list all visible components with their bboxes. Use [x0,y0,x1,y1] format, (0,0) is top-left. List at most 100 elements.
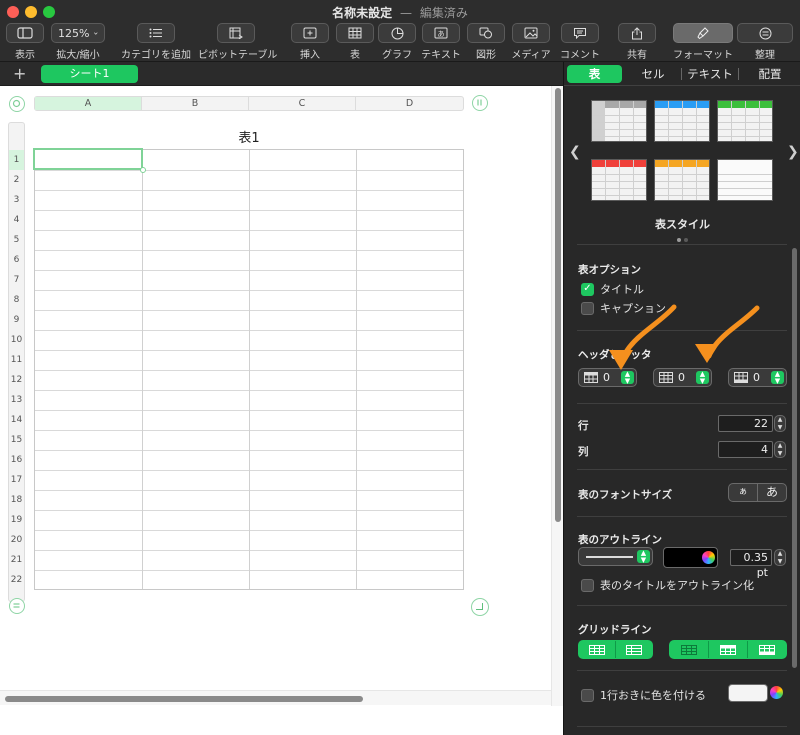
horizontal-scroll-thumb[interactable] [5,696,363,702]
outline-width-stepper[interactable]: ▲ ▼ [774,549,786,566]
header-rows-stepper[interactable]: ▲ ▼ [621,371,634,384]
tab-cell[interactable]: セル [626,65,680,83]
alternating-row-color-well[interactable] [728,684,768,702]
row-header-14[interactable]: 14 [9,410,24,430]
header-row-gridlines-button[interactable] [709,641,748,658]
outline-title-checkbox[interactable] [581,578,594,592]
organize-button[interactable]: 整理 [737,23,793,61]
row-header-3[interactable]: 3 [9,190,24,210]
pivot-table-button[interactable]: ピボットテーブル [198,23,277,61]
row-header-4[interactable]: 4 [9,210,24,230]
row-header-20[interactable]: 20 [9,530,24,550]
header-columns-stepper[interactable]: ▲ ▼ [696,371,709,384]
outline-style-popup[interactable]: ▲ ▼ [578,547,653,566]
footer-row-gridlines-button[interactable] [748,641,786,658]
row-header-9[interactable]: 9 [9,310,24,330]
caption-checkbox[interactable] [581,301,594,315]
view-button[interactable]: 表示 [6,23,44,61]
chevron-right-icon[interactable]: ❯ [787,144,799,160]
title-option[interactable]: ✓ タイトル [581,281,644,297]
media-button[interactable]: メディア [511,23,551,61]
zoom-control[interactable]: 125% 拡大/縮小 [51,23,105,61]
outline-title-option[interactable]: 表のタイトルをアウトライン化 [581,577,754,593]
inspector-scrollbar[interactable] [792,248,797,668]
body-horizontal-gridlines-button[interactable] [670,641,710,658]
header-columns-control[interactable]: 0 ▲ ▼ [653,368,712,387]
row-header-16[interactable]: 16 [9,450,24,470]
table-title[interactable]: 表1 [34,127,464,146]
footer-rows-stepper[interactable]: ▲ ▼ [771,371,784,384]
header-rows-control[interactable]: 0 ▲ ▼ [578,368,637,387]
text-button[interactable]: あ テキスト [418,23,464,61]
rows-field[interactable]: 22 [718,415,773,432]
columns-stepper[interactable]: ▲ ▼ [774,441,786,458]
row-header-13[interactable]: 13 [9,390,24,410]
row-header-8[interactable]: 8 [9,290,24,310]
table-style-gray[interactable] [591,100,647,142]
increase-font-size-button[interactable]: あ [758,484,786,501]
comment-button[interactable]: コメント [558,23,602,61]
outline-width-field[interactable]: 0.35 pt [730,549,772,579]
column-header-a[interactable]: A [35,97,142,110]
horizontal-scrollbar[interactable] [0,690,551,705]
row-header-15[interactable]: 15 [9,430,24,450]
horizontal-gridlines-button[interactable] [579,641,616,658]
spreadsheet-canvas[interactable]: ABCD 表1 1 2 3 4 5 6 7 8 9 10 11 12 13 14 15 16 17 18 19 20 2… [0,86,563,706]
select-table-handle[interactable] [9,96,25,112]
row-header-6[interactable]: 6 [9,250,24,270]
table-button[interactable]: 表 [336,23,374,61]
chevron-left-icon[interactable]: ❮ [569,144,581,160]
vertical-scrollbar[interactable] [551,86,563,706]
add-category-button[interactable]: カテゴリを追加 [121,23,191,61]
row-header-19[interactable]: 19 [9,510,24,530]
decrease-font-size-button[interactable]: ぁ [729,484,758,501]
row-header-11[interactable]: 11 [9,350,24,370]
caption-option[interactable]: キャプション [581,300,666,316]
table-style-plain[interactable] [717,159,773,201]
insert-button[interactable]: 挿入 [290,23,330,61]
tab-text[interactable]: テキスト [684,65,736,83]
alternating-rows-checkbox[interactable] [581,688,594,702]
table-style-blue[interactable] [654,100,710,142]
tab-arrange[interactable]: 配置 [742,65,798,83]
row-header-12[interactable]: 12 [9,370,24,390]
column-header-c[interactable]: C [249,97,356,110]
row-header-17[interactable]: 17 [9,470,24,490]
row-header-5[interactable]: 5 [9,230,24,250]
table-style-orange[interactable] [654,159,710,201]
resize-table-handle[interactable] [471,598,489,616]
row-header-2[interactable]: 2 [9,170,24,190]
row-header-1[interactable]: 1 [9,150,24,170]
rows-stepper[interactable]: ▲ ▼ [774,415,786,432]
row-header-7[interactable]: 7 [9,270,24,290]
add-row-handle[interactable] [9,598,25,614]
format-button[interactable]: フォーマット [672,23,734,61]
chart-button[interactable]: グラフ [378,23,416,61]
table-style-red[interactable] [591,159,647,201]
alternating-rows-option[interactable]: 1行おきに色を付ける [581,687,706,703]
footer-rows-control[interactable]: 0 ▲ ▼ [728,368,787,387]
row-header-18[interactable]: 18 [9,490,24,510]
share-button[interactable]: 共有 [618,23,656,61]
sheet-tab[interactable]: シート1 [41,65,138,83]
vertical-gridlines-button[interactable] [616,641,653,658]
column-header-d[interactable]: D [356,97,463,110]
tab-table[interactable]: 表 [567,65,622,83]
add-sheet-button[interactable]: + [13,64,26,83]
table-grid[interactable] [34,149,464,590]
add-column-handle[interactable] [472,95,488,111]
shape-button[interactable]: 図形 [467,23,505,61]
row-header-22[interactable]: 22 [9,570,24,590]
line-style-stepper[interactable]: ▲ ▼ [637,550,650,563]
row-header-10[interactable]: 10 [9,330,24,350]
table-style-green[interactable] [717,100,773,142]
color-wheel-icon[interactable] [702,551,715,564]
title-checkbox[interactable]: ✓ [581,282,594,296]
column-header-b[interactable]: B [142,97,249,110]
row-header-21[interactable]: 21 [9,550,24,570]
alternating-color-wheel-icon[interactable] [770,686,783,699]
selected-cell[interactable] [33,148,143,170]
columns-field[interactable]: 4 [718,441,773,458]
fill-handle[interactable] [140,167,146,173]
vertical-scroll-thumb[interactable] [555,88,561,522]
